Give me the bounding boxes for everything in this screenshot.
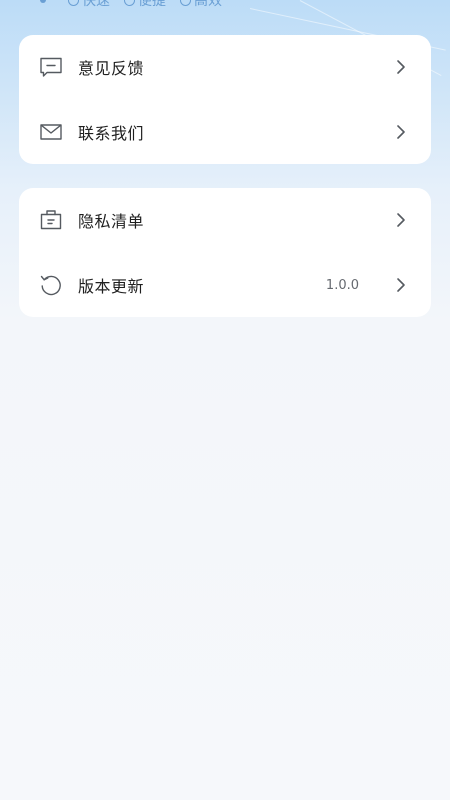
- tag-item: 高效: [180, 0, 222, 10]
- bullet-icon: [40, 0, 46, 3]
- tag-label: 便捷: [138, 0, 166, 9]
- menu-item-contact[interactable]: 联系我们: [19, 100, 431, 164]
- chevron-right-icon: [395, 277, 407, 293]
- refresh-icon: [39, 273, 63, 297]
- menu-item-label: 联系我们: [78, 124, 145, 143]
- mail-icon: [39, 120, 63, 144]
- check-circle-icon: [124, 0, 135, 6]
- version-value: 1.0.0: [325, 277, 359, 293]
- menu-item-label: 意见反馈: [78, 59, 145, 78]
- chevron-right-icon: [395, 212, 407, 228]
- menu-item-label: 版本更新: [78, 277, 145, 296]
- check-circle-icon: [68, 0, 79, 6]
- chevron-right-icon: [395, 59, 407, 75]
- menu-item-version-update[interactable]: 版本更新 1.0.0: [19, 253, 431, 317]
- check-circle-icon: [180, 0, 191, 6]
- settings-card-about: 隐私清单 版本更新 1.0.0: [19, 188, 431, 317]
- tag-item: 快速: [68, 0, 110, 10]
- privacy-list-icon: [39, 208, 63, 232]
- menu-item-label: 隐私清单: [78, 212, 145, 231]
- header-tags: 快速 便捷 高效: [40, 0, 222, 9]
- tag-label: 快速: [82, 0, 110, 9]
- feedback-icon: [39, 55, 63, 79]
- tag-label: 高效: [194, 0, 222, 9]
- tag-item: 便捷: [124, 0, 166, 10]
- menu-item-privacy-list[interactable]: 隐私清单: [19, 188, 431, 252]
- settings-card-support: 意见反馈 联系我们: [19, 35, 431, 164]
- menu-item-feedback[interactable]: 意见反馈: [19, 35, 431, 99]
- chevron-right-icon: [395, 124, 407, 140]
